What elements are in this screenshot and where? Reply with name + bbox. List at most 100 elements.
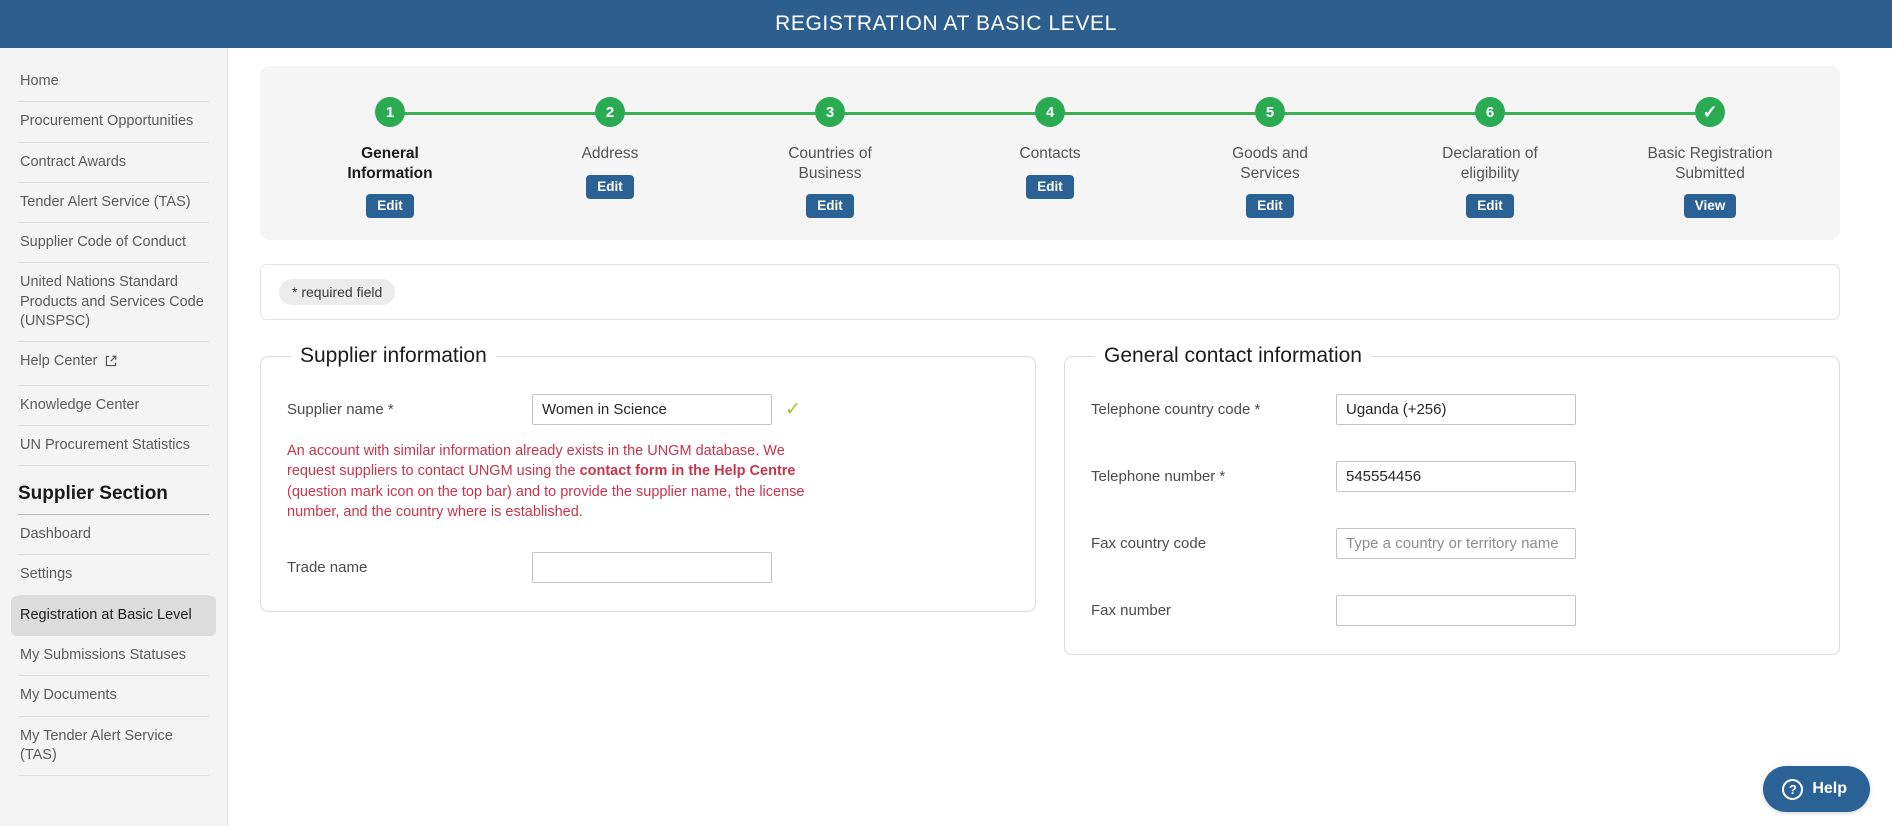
step-declaration-of-eligibility[interactable]: 6 Declaration of eligibility Edit — [1380, 92, 1600, 219]
step-edit-button[interactable]: Edit — [1466, 194, 1514, 219]
supplier-name-input[interactable] — [532, 394, 772, 426]
step-edit-button[interactable]: Edit — [586, 174, 634, 199]
page-title: REGISTRATION AT BASIC LEVEL — [775, 12, 1117, 35]
step-countries-of-business[interactable]: 3 Countries of Business Edit — [720, 92, 940, 219]
step-connector-line — [1270, 112, 1380, 115]
sidebar-item-label: Help Center — [20, 353, 98, 370]
step-label: Address — [581, 145, 639, 162]
required-field-pill: * required field — [279, 279, 396, 306]
sidebar-item-un-procurement-statistics[interactable]: UN Procurement Statistics — [18, 426, 209, 467]
supplier-name-label: Supplier name * — [287, 401, 394, 419]
sidebar-item-my-submissions-statuses[interactable]: My Submissions Statuses — [18, 636, 209, 677]
telephone-country-code-input[interactable] — [1336, 394, 1576, 426]
step-edit-button[interactable]: Edit — [1246, 194, 1294, 219]
sidebar-item-supplier-code-of-conduct[interactable]: Supplier Code of Conduct — [18, 223, 209, 264]
fax-number-row: Fax number — [1091, 595, 1813, 627]
trade-name-input[interactable] — [532, 552, 772, 584]
fax-number-label: Fax number — [1091, 602, 1172, 620]
telephone-country-code-label: Telephone country code * — [1091, 401, 1261, 419]
sidebar-item-registration-at-basic-level[interactable]: Registration at Basic Level — [11, 595, 216, 636]
sidebar-item-unspsc[interactable]: United Nations Standard Products and Ser… — [18, 263, 209, 343]
supplier-information-legend: Supplier information — [300, 344, 487, 368]
sidebar-item-contract-awards[interactable]: Contract Awards — [18, 143, 209, 183]
step-edit-button[interactable]: Edit — [366, 194, 414, 219]
step-goods-and-services[interactable]: 5 Goods and Services Edit — [1160, 92, 1380, 219]
general-contact-information-column: General contact information Telephone co… — [1064, 344, 1840, 656]
sidebar-item-tender-alert-service[interactable]: Tender Alert Service (TAS) — [18, 183, 209, 224]
telephone-number-label: Telephone number * — [1091, 468, 1226, 486]
step-connector-line — [500, 112, 610, 115]
step-connector-line — [830, 112, 940, 115]
step-marker-wrap: 6 — [1380, 92, 1600, 132]
telephone-number-row: Telephone number * — [1091, 461, 1813, 493]
sidebar-item-home[interactable]: Home — [18, 62, 209, 103]
sidebar-item-label: Procurement Opportunities — [20, 113, 194, 130]
step-label: General Information — [347, 145, 433, 182]
step-connector-line — [1600, 112, 1710, 115]
sidebar-item-my-documents[interactable]: My Documents — [18, 676, 209, 717]
step-edit-button[interactable]: Edit — [806, 194, 854, 219]
check-icon: ✓ — [785, 399, 801, 421]
step-connector-line — [610, 112, 720, 115]
sidebar-item-settings[interactable]: Settings — [18, 555, 209, 596]
fax-country-code-input[interactable] — [1336, 528, 1576, 560]
help-widget-button[interactable]: ? Help — [1763, 766, 1870, 812]
step-marker-wrap: 4 — [940, 92, 1160, 132]
supplier-name-row: Supplier name * ✓ — [287, 394, 1009, 426]
form-columns: Supplier information Supplier name * ✓ A… — [260, 344, 1840, 656]
step-marker-wrap: 3 — [720, 92, 940, 132]
telephone-number-input[interactable] — [1336, 461, 1576, 493]
error-text-bold: contact form in the Help Centre — [579, 463, 796, 480]
step-marker-wrap: ✓ — [1600, 92, 1820, 132]
sidebar-item-label: UN Procurement Statistics — [20, 436, 191, 453]
sidebar-item-label: Tender Alert Service (TAS) — [20, 193, 191, 210]
trade-name-label: Trade name — [287, 559, 368, 577]
sidebar-item-label: My Submissions Statuses — [20, 646, 187, 663]
sidebar-item-label: My Tender Alert Service (TAS) — [20, 727, 173, 763]
step-check-icon: ✓ — [1695, 97, 1725, 127]
step-number-badge: 6 — [1475, 97, 1505, 127]
step-basic-registration-submitted[interactable]: ✓ Basic Registration Submitted View — [1600, 92, 1820, 219]
step-contacts[interactable]: 4 Contacts Edit — [940, 92, 1160, 218]
registration-progress-card: 1 General Information Edit 2 Address Edi… — [260, 66, 1840, 241]
step-number-badge: 1 — [375, 97, 405, 127]
fax-number-input[interactable] — [1336, 595, 1576, 627]
step-connector-line — [1490, 112, 1600, 115]
sidebar-section-title: Supplier Section — [18, 466, 209, 516]
step-general-information[interactable]: 1 General Information Edit — [280, 92, 500, 219]
sidebar-item-procurement-opportunities[interactable]: Procurement Opportunities — [18, 102, 209, 143]
step-label: Countries of Business — [788, 145, 872, 182]
step-address[interactable]: 2 Address Edit — [500, 92, 720, 218]
step-connector-line — [1050, 112, 1160, 115]
step-label: Goods and Services — [1232, 145, 1308, 182]
step-connector-line — [1160, 112, 1270, 115]
trade-name-row: Trade name — [287, 552, 1009, 584]
sidebar-item-my-tender-alert-service[interactable]: My Tender Alert Service (TAS) — [18, 717, 209, 777]
supplier-information-panel: Supplier information Supplier name * ✓ A… — [260, 344, 1036, 613]
sidebar-item-label: Registration at Basic Level — [20, 606, 192, 623]
step-number-badge: 3 — [815, 97, 845, 127]
step-label: Contacts — [1019, 145, 1081, 162]
step-number-badge: 2 — [595, 97, 625, 127]
help-widget-label: Help — [1812, 780, 1847, 797]
fax-country-code-label: Fax country code — [1091, 535, 1207, 553]
sidebar-item-help-center[interactable]: Help Center — [18, 342, 209, 386]
sidebar-item-dashboard[interactable]: Dashboard — [18, 515, 209, 556]
step-number-badge: 4 — [1035, 97, 1065, 127]
question-mark-icon: ? — [1782, 778, 1804, 800]
step-connector-line — [940, 112, 1050, 115]
external-link-icon — [104, 354, 118, 374]
sidebar-item-label: Supplier Code of Conduct — [20, 234, 187, 251]
sidebar: Home Procurement Opportunities Contract … — [0, 48, 228, 826]
sidebar-item-label: Contract Awards — [20, 153, 127, 170]
sidebar-item-label: Home — [20, 73, 59, 89]
step-connector-line — [720, 112, 830, 115]
sidebar-item-knowledge-center[interactable]: Knowledge Center — [18, 386, 209, 426]
sidebar-item-label: Dashboard — [20, 526, 91, 543]
supplier-information-column: Supplier information Supplier name * ✓ A… — [260, 344, 1036, 655]
step-view-button[interactable]: View — [1683, 194, 1737, 219]
step-edit-button[interactable]: Edit — [1026, 174, 1074, 199]
progress-stepper: 1 General Information Edit 2 Address Edi… — [280, 92, 1820, 219]
step-marker-wrap: 1 — [280, 92, 500, 132]
fax-country-code-row: Fax country code — [1091, 528, 1813, 560]
